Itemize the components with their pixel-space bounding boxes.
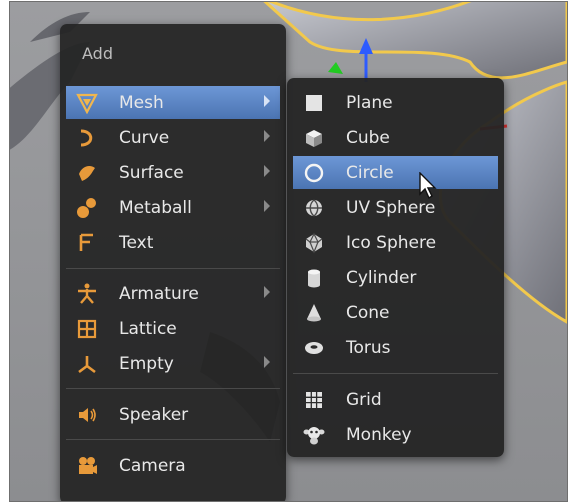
menu-item-surface[interactable]: Surface (66, 156, 280, 189)
menu-item-speaker[interactable]: Speaker (66, 398, 280, 431)
menu-separator (66, 388, 280, 389)
surface-icon (73, 159, 101, 187)
menu-item-label: Speaker (119, 404, 189, 425)
camera-icon (73, 452, 101, 480)
submenu-arrow-icon (264, 95, 270, 107)
text-f-icon (73, 229, 101, 257)
cone-icon (300, 299, 328, 327)
menu-item-empty[interactable]: Empty (66, 347, 280, 380)
torus-icon (300, 334, 328, 362)
menu-item-label: Cylinder (346, 267, 417, 288)
menu-item-metaball[interactable]: Metaball (66, 191, 280, 224)
curve-icon (73, 124, 101, 152)
ico-sphere-icon (300, 229, 328, 257)
menu-separator (66, 439, 280, 440)
screenshot-frame: Add Mesh Curve Surface Metaball Text Arm… (9, 1, 568, 502)
menu-item-cone[interactable]: Cone (293, 296, 498, 329)
menu-item-label: Metaball (119, 197, 192, 218)
metaball-icon (73, 194, 101, 222)
menu-item-label: Empty (119, 353, 174, 374)
menu-item-label: Text (119, 232, 154, 253)
menu-item-label: Camera (119, 455, 186, 476)
speaker-icon (73, 401, 101, 429)
menu-item-text[interactable]: Text (66, 226, 280, 259)
menu-item-label: Surface (119, 162, 184, 183)
menu-item-label: Curve (119, 127, 170, 148)
circle-icon (300, 159, 328, 187)
menu-item-label: Ico Sphere (346, 232, 437, 253)
menu-item-label: Plane (346, 92, 393, 113)
menu-item-label: Circle (346, 162, 394, 183)
add-menu: Add Mesh Curve Surface Metaball Text Arm… (60, 24, 286, 501)
menu-item-lattice[interactable]: Lattice (66, 312, 280, 345)
menu-item-plane[interactable]: Plane (293, 86, 498, 119)
menu-item-uv-sphere[interactable]: UV Sphere (293, 191, 498, 224)
gizmo-y-arrow (328, 62, 343, 74)
menu-item-label: Grid (346, 389, 382, 410)
monkey-icon (300, 421, 328, 449)
menu-item-cylinder[interactable]: Cylinder (293, 261, 498, 294)
menu-item-label: Torus (346, 337, 391, 358)
cylinder-icon (300, 264, 328, 292)
mesh-object-top (263, 2, 567, 80)
plane-icon (300, 89, 328, 117)
menu-item-label: Mesh (119, 92, 164, 113)
submenu-arrow-icon (264, 356, 270, 368)
cube-icon (300, 124, 328, 152)
submenu-arrow-icon (264, 200, 270, 212)
uv-sphere-icon (300, 194, 328, 222)
mouse-cursor-icon (419, 172, 437, 200)
menu-item-monkey[interactable]: Monkey (293, 418, 498, 451)
menu-item-curve[interactable]: Curve (66, 121, 280, 154)
menu-item-mesh[interactable]: Mesh (66, 86, 280, 119)
menu-item-label: Cube (346, 127, 390, 148)
submenu-arrow-icon (264, 165, 270, 177)
menu-item-grid[interactable]: Grid (293, 383, 498, 416)
menu-item-torus[interactable]: Torus (293, 331, 498, 364)
menu-separator (66, 268, 280, 269)
menu-item-label: Armature (119, 283, 199, 304)
menu-item-circle[interactable]: Circle (293, 156, 498, 189)
menu-item-armature[interactable]: Armature (66, 277, 280, 310)
empty-axes-icon (73, 350, 101, 378)
mesh-triangle-icon (73, 89, 101, 117)
menu-item-camera[interactable]: Camera (66, 449, 280, 482)
menu-item-ico-sphere[interactable]: Ico Sphere (293, 226, 498, 259)
menu-item-cube[interactable]: Cube (293, 121, 498, 154)
armature-icon (73, 280, 101, 308)
menu-item-label: Lattice (119, 318, 177, 339)
grid-icon (300, 386, 328, 414)
submenu-arrow-icon (264, 286, 270, 298)
menu-item-label: UV Sphere (346, 197, 436, 218)
submenu-arrow-icon (264, 130, 270, 142)
menu-separator (293, 373, 498, 374)
menu-item-label: Monkey (346, 424, 412, 445)
menu-item-label: Cone (346, 302, 390, 323)
add-menu-title: Add (82, 44, 113, 63)
mesh-submenu: Plane Cube Circle UV Sphere Ico Sphere C… (287, 78, 504, 457)
lattice-icon (73, 315, 101, 343)
